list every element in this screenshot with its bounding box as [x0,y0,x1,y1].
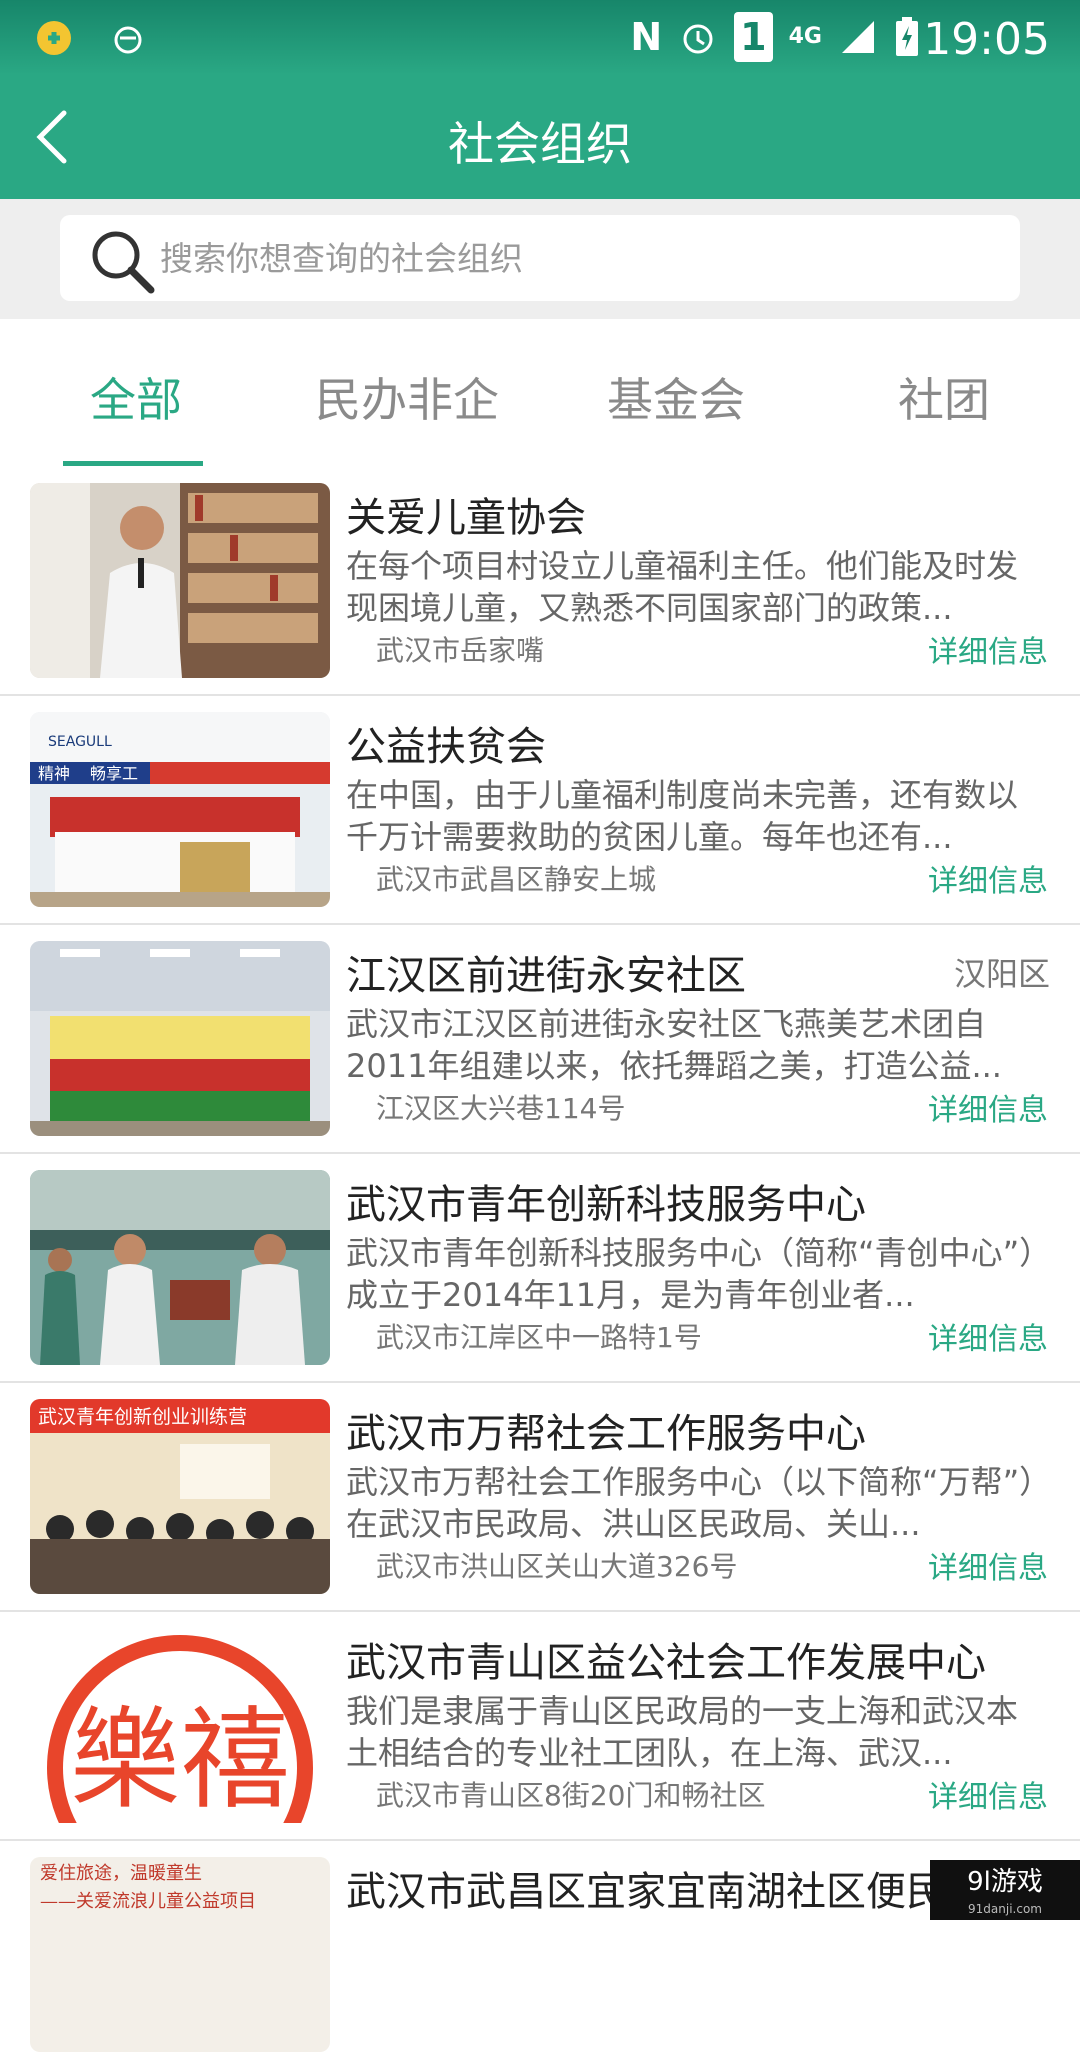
organization-thumbnail [30,941,330,1136]
list-item[interactable]: SEAGULL 精神 畅享工 公益扶贫会 在中国，由于儿童福利制度尚未完善，还有… [0,696,1080,925]
tab-private-non-enterprise[interactable]: 民办非企 [315,364,499,430]
list-item[interactable]: 武汉市青年创新科技服务中心 武汉市青年创新科技服务中心（简称“青创中心”）成立于… [0,1154,1080,1383]
organization-address: 武汉市洪山区关山大道326号 [376,1550,738,1583]
organization-description: 武汉市江汉区前进街永安社区飞燕美艺术团自2011年组建以来，依托舞蹈之美，打造公… [346,1005,1002,1085]
assistant-icon [114,26,142,54]
list-item[interactable]: 武汉青年创新创业训练营 武汉市万帮社会工作服务中心 武汉市万帮社会工作服务中心（… [0,1383,1080,1612]
organization-address: 武汉市江岸区中一路特1号 [376,1321,702,1354]
organization-list: 关爱儿童协会 在每个项目村设立儿童福利主任。他们能及时发现困境儿童，又熟悉不同国… [0,467,1080,2052]
tab-association[interactable]: 社团 [898,364,990,430]
organization-title: 武汉市青年创新科技服务中心 [346,1182,866,1228]
organization-description: 武汉市万帮社会工作服务中心（以下简称“万帮”）在武汉市民政局、洪山区民政局、关山… [346,1463,1036,1543]
list-item[interactable]: 爱住旅途，温暖童生 ——关爱流浪儿童公益项目 武汉市武昌区宜家宜南湖社区便民服务… [0,1841,1080,2052]
tab-foundation[interactable]: 基金会 [607,364,745,430]
list-item[interactable]: 樂禧 武汉市青山区益公社会工作发展中心 我们是隶属于青山区民政局的一支上海和武汉… [0,1612,1080,1841]
category-tabs: 全部 民办非企 基金会 社团 [0,319,1080,469]
search-icon [92,231,155,294]
banner-text: 武汉青年创新创业训练营 [38,1406,247,1428]
detail-link[interactable]: 详细信息 [928,627,1048,671]
organization-thumbnail: 武汉青年创新创业训练营 [30,1399,330,1594]
signal-icon [842,21,874,53]
detail-link[interactable]: 详细信息 [928,1772,1048,1816]
detail-link[interactable]: 详细信息 [928,1314,1048,1358]
organization-description: 武汉市青年创新科技服务中心（简称“青创中心”）成立于2014年11月，是为青年创… [346,1234,1036,1314]
search-box[interactable] [60,215,1020,301]
banner-text-right: 畅享工 [90,764,138,783]
page-title: 社会组织 [448,117,632,171]
organization-thumbnail [30,1170,330,1365]
list-item[interactable]: 关爱儿童协会 在每个项目村设立儿童福利主任。他们能及时发现困境儿童，又熟悉不同国… [0,467,1080,696]
organization-address: 武汉市武昌区静安上城 [376,863,657,896]
network-type-label: 4G [788,24,822,49]
sign-text: SEAGULL [48,734,112,750]
organization-title: 武汉市青山区益公社会工作发展中心 [346,1640,986,1686]
alarm-icon [683,24,713,54]
sim-indicator: 1 [734,12,773,62]
detail-link[interactable]: 详细信息 [928,1543,1048,1587]
detail-link[interactable]: 详细信息 [928,1085,1048,1129]
status-bar: N 1 4G 19:05 [0,0,1080,75]
list-item[interactable]: 江汉区前进街永安社区 汉阳区 武汉市江汉区前进街永安社区飞燕美艺术团自2011年… [0,925,1080,1154]
poster-text-line1: 爱住旅途，温暖童生 [40,1863,202,1884]
search-area [0,199,1080,319]
watermark-url: 91danji.com [968,1902,1042,1916]
organization-address: 江汉区大兴巷114号 [376,1092,626,1125]
organization-description: 在中国，由于儿童福利制度尚未完善，还有数以千万计需要救助的贫困儿童。每年也还有.… [346,776,1019,856]
organization-address: 武汉市青山区8街20门和畅社区 [376,1779,766,1812]
clock: 19:05 [923,14,1050,65]
organization-description: 我们是隶属于青山区民政局的一支上海和武汉本土相结合的专业社工团队，在上海、武汉.… [346,1692,1019,1772]
organization-title: 关爱儿童协会 [346,495,586,541]
search-input[interactable] [158,227,1002,289]
organization-title: 江汉区前进街永安社区 [346,953,746,999]
nfc-icon: N [630,15,663,59]
watermark-brand: 9l游戏 [967,1867,1043,1897]
organization-thumbnail: 樂禧 [30,1628,330,1823]
organization-thumbnail: 爱住旅途，温暖童生 ——关爱流浪儿童公益项目 [30,1857,330,2052]
watermark-logo: 9l游戏 91danji.com [930,1860,1080,1920]
organization-title: 武汉市万帮社会工作服务中心 [346,1411,866,1457]
status-icons: N 1 4G [630,12,920,62]
organization-thumbnail [30,483,330,678]
logo-seal: 樂禧 [70,1696,290,1823]
banner-text-left: 精神 [38,764,70,783]
detail-link[interactable]: 详细信息 [928,856,1048,900]
organization-description: 在每个项目村设立儿童福利主任。他们能及时发现困境儿童，又熟悉不同国家部门的政策.… [346,547,1019,627]
organization-address: 武汉市岳家嘴 [376,634,545,667]
organization-thumbnail: SEAGULL 精神 畅享工 [30,712,330,907]
app-notification-icon [37,21,71,55]
organization-title: 公益扶贫会 [346,724,546,770]
tab-all[interactable]: 全部 [90,364,182,430]
battery-charging-icon [896,17,918,56]
poster-text-line2: ——关爱流浪儿童公益项目 [40,1891,256,1912]
organization-region: 汉阳区 [953,955,1050,993]
active-tab-indicator [63,461,203,466]
